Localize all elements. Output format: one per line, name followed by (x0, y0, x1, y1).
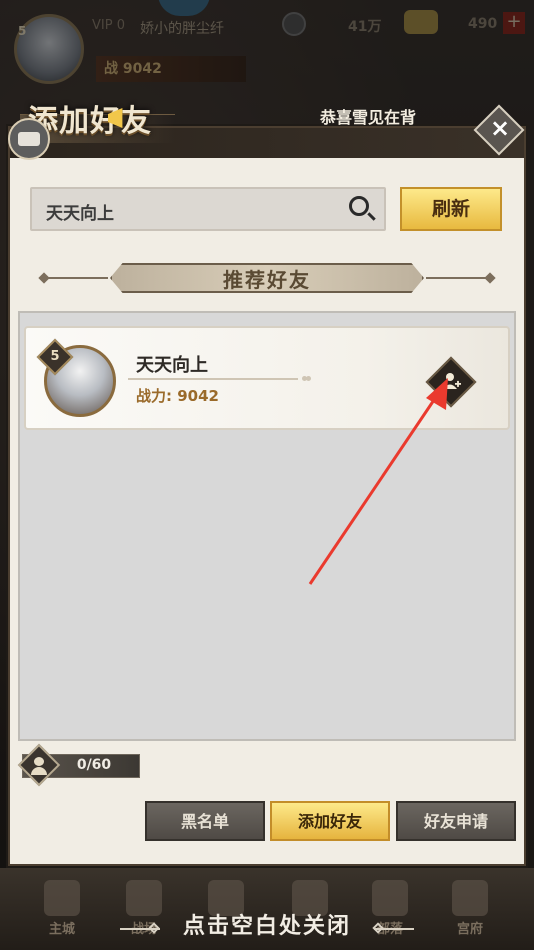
section-divider-left (48, 277, 108, 279)
close-icon[interactable]: × (484, 112, 516, 144)
refresh-button[interactable]: 刷新 (400, 187, 502, 231)
tab-friend-requests[interactable]: 好友申请 (396, 801, 516, 841)
friend-level: 5 (50, 349, 60, 364)
section-title: 推荐好友 (223, 268, 311, 292)
friend-divider (128, 378, 298, 380)
friend-capacity: 0/60 (76, 757, 112, 773)
user-icon (34, 757, 44, 766)
tap-to-close-hint[interactable]: 点击空白处关闭 (0, 908, 534, 940)
tab-blacklist[interactable]: 黑名单 (145, 801, 265, 841)
friend-name: 天天向上 (136, 355, 208, 376)
section-divider-right (426, 277, 486, 279)
announcement-marquee: 恭喜雪见在背 (320, 108, 417, 127)
annotation-arrow (308, 378, 448, 585)
chat-icon[interactable] (8, 118, 50, 160)
search-icon[interactable] (349, 196, 369, 216)
tab-add-friend[interactable]: 添加好友 (270, 801, 390, 841)
friend-power: 战力: 9042 (136, 387, 219, 405)
search-input-value[interactable]: 天天向上 (46, 199, 114, 224)
